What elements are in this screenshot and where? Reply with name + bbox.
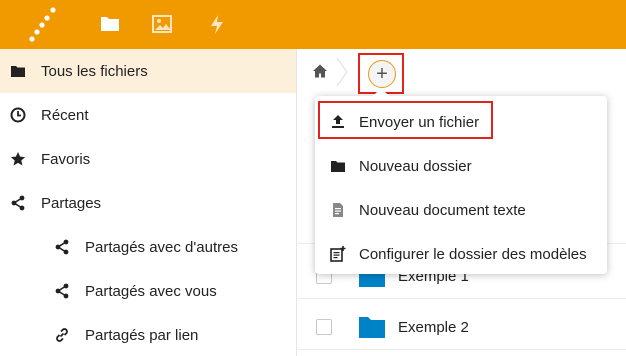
image-icon[interactable] — [151, 13, 173, 35]
template-icon — [330, 246, 346, 262]
menu-item-label: Configurer le dossier des modèles — [359, 246, 587, 263]
file-name[interactable]: Exemple 2 — [398, 319, 469, 336]
sidebar-item-label: Partagés avec vous — [85, 283, 217, 300]
share-icon — [11, 195, 25, 211]
logo-icon[interactable] — [22, 4, 62, 44]
sidebar-item-all-files[interactable]: Tous les fichiers — [0, 49, 296, 93]
folder-icon — [331, 161, 345, 172]
menu-item-label: Envoyer un fichier — [359, 114, 480, 131]
link-icon — [56, 328, 68, 342]
menu-item-configure-templates[interactable]: Configurer le dossier des modèles — [315, 232, 607, 276]
clock-icon — [10, 107, 26, 123]
folder-icon[interactable] — [99, 13, 121, 35]
breadcrumb-separator-icon — [336, 57, 348, 87]
sidebar-item-shared-with-others[interactable]: Partagés avec d'autres — [0, 225, 296, 269]
lightning-icon[interactable] — [206, 13, 228, 35]
sidebar-item-label: Partagés par lien — [85, 327, 199, 344]
sidebar-item-shares[interactable]: Partages — [0, 181, 296, 225]
sidebar-item-label: Partages — [41, 195, 102, 212]
new-button[interactable]: + — [368, 60, 396, 88]
sidebar-item-shared-with-you[interactable]: Partagés avec vous — [0, 269, 296, 313]
menu-item-label: Nouveau dossier — [359, 158, 472, 175]
menu-item-new-folder[interactable]: Nouveau dossier — [315, 144, 607, 188]
folder-icon — [11, 66, 25, 77]
menu-item-new-text-document[interactable]: Nouveau document texte — [315, 188, 607, 232]
sidebar-item-label: Tous les fichiers — [41, 63, 148, 80]
star-icon — [10, 152, 26, 166]
table-row[interactable]: Exemple 2 — [298, 305, 626, 350]
sidebar-item-recent[interactable]: Récent — [0, 93, 296, 137]
upload-icon — [332, 115, 344, 128]
folder-icon — [359, 317, 385, 338]
sidebar-item-favorites[interactable]: Favoris — [0, 137, 296, 181]
sidebar-item-label: Récent — [41, 107, 89, 124]
top-header — [0, 0, 626, 49]
share-icon — [55, 283, 69, 299]
sidebar-item-shared-by-link[interactable]: Partagés par lien — [0, 313, 296, 356]
row-checkbox[interactable] — [316, 319, 332, 335]
sidebar: Tous les fichiers Récent Favoris Partage… — [0, 49, 297, 356]
home-icon[interactable] — [312, 63, 328, 79]
menu-item-upload-file[interactable]: Envoyer un fichier — [315, 100, 607, 144]
text-document-icon — [333, 203, 343, 217]
sidebar-item-label: Partagés avec d'autres — [85, 239, 238, 256]
new-menu-popover: Envoyer un fichier Nouveau dossier Nouve… — [315, 88, 607, 276]
sidebar-item-label: Favoris — [41, 151, 91, 168]
menu-item-label: Nouveau document texte — [359, 202, 526, 219]
plus-icon: + — [376, 63, 388, 85]
share-icon — [55, 239, 69, 255]
